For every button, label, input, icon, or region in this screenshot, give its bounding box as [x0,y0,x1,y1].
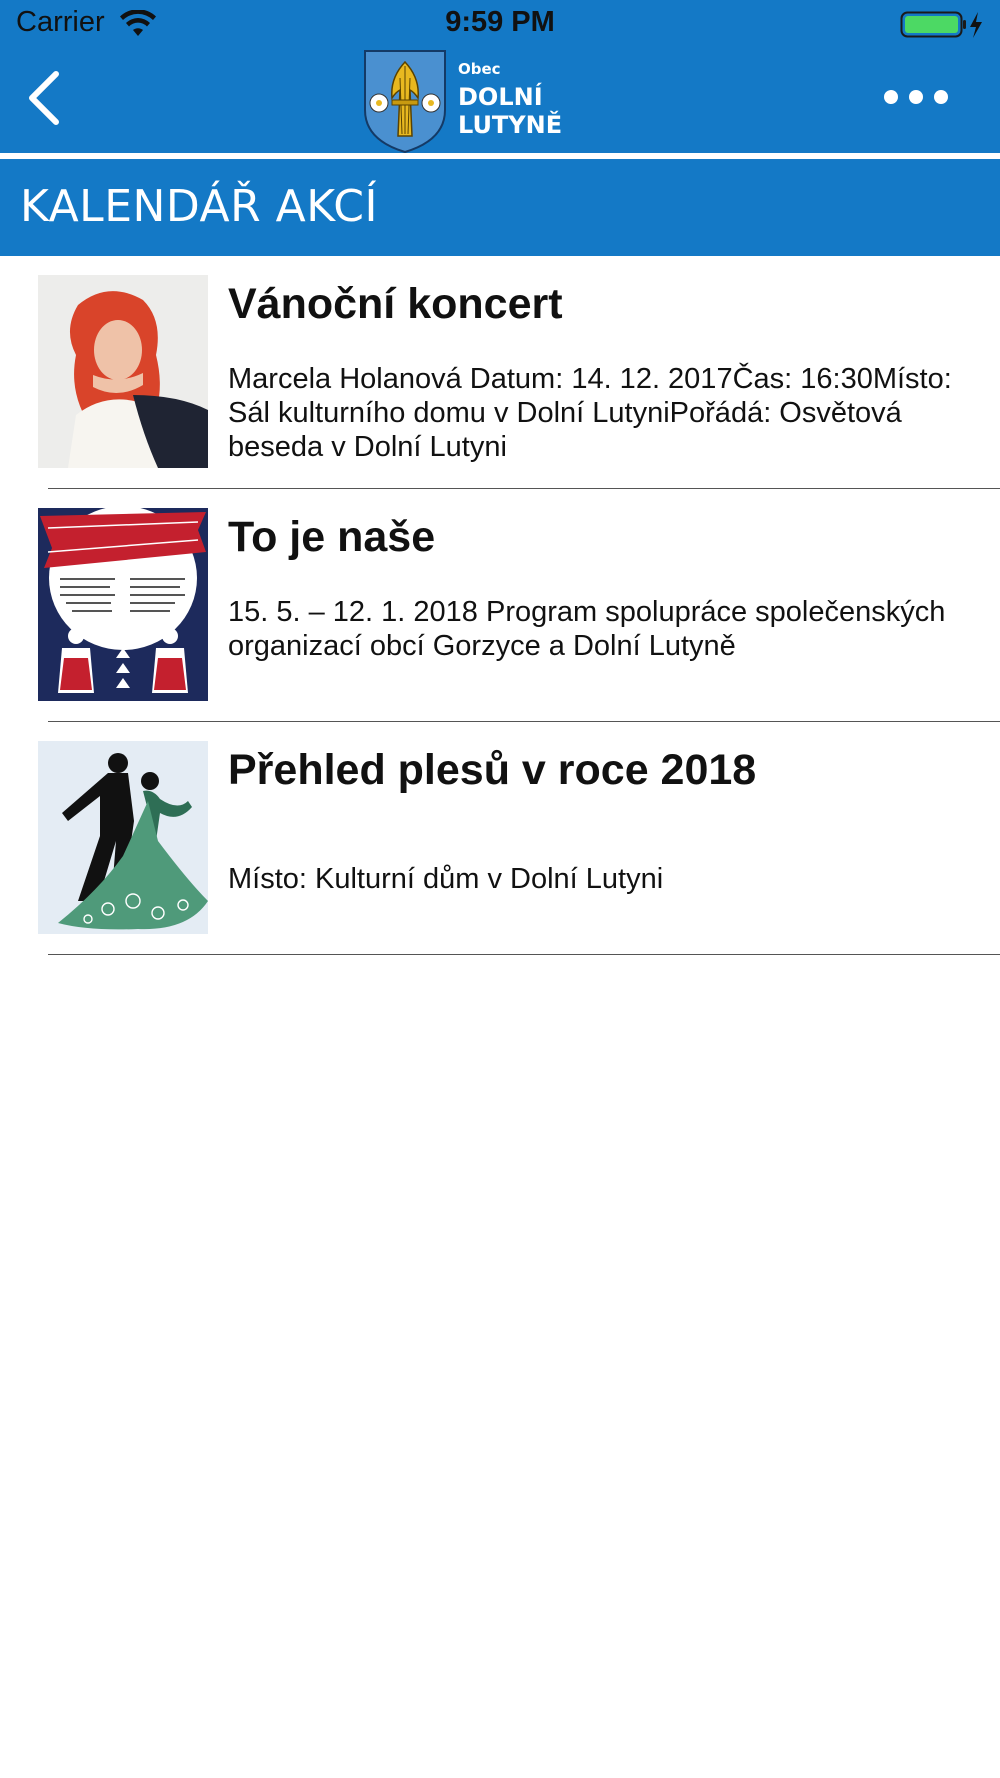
event-description: Místo: Kulturní dům v Dolní Lutyni [228,863,664,895]
more-options-button[interactable] [878,84,954,110]
row-separator [48,953,1000,955]
section-header: KALENDÁŘ AKCÍ [0,159,1000,256]
event-list: Vánoční koncert Marcela Holanová Datum: … [0,256,1000,955]
event-item-to-je-nase[interactable]: To je naše 15. 5. – 12. 1. 2018 Program … [0,489,1000,722]
page-title: KALENDÁŘ AKCÍ [20,181,378,232]
event-thumbnail-poster [38,508,208,701]
event-thumbnail-portrait [38,275,208,468]
clock: 9:59 PM [445,6,555,38]
event-description: Marcela Holanová Datum: 14. 12. 2017Čas:… [228,363,952,463]
event-thumbnail-dancers [38,741,208,934]
logo-label-line2: LUTYNĚ [458,111,563,139]
app-screen: Carrier 9:59 PM Obec DOLNÍ LUTYNĚ KALEND… [0,0,1000,1778]
logo-label-obec: Obec [458,60,501,78]
event-item-vanocni-koncert[interactable]: Vánoční koncert Marcela Holanová Datum: … [0,256,1000,489]
event-title: Vánoční koncert [228,280,563,328]
municipality-logo: Obec DOLNÍ LUTYNĚ [362,48,662,154]
status-bar: Carrier 9:59 PM [0,0,1000,50]
event-description: 15. 5. – 12. 1. 2018 Program spolupráce … [228,596,946,662]
logo-text: Obec DOLNÍ LUTYNĚ [458,62,562,141]
battery-icon [900,11,982,38]
coat-of-arms-icon [364,50,446,154]
back-button[interactable] [20,66,70,130]
event-title: Přehled plesů v roce 2018 [228,746,757,794]
navigation-bar: Obec DOLNÍ LUTYNĚ [0,46,1000,154]
logo-label-line1: DOLNÍ [458,83,543,111]
event-item-prehled-plesu[interactable]: Přehled plesů v roce 2018 Místo: Kulturn… [0,722,1000,955]
top-bar: Carrier 9:59 PM Obec DOLNÍ LUTYNĚ [0,0,1000,154]
event-title: To je naše [228,513,436,561]
